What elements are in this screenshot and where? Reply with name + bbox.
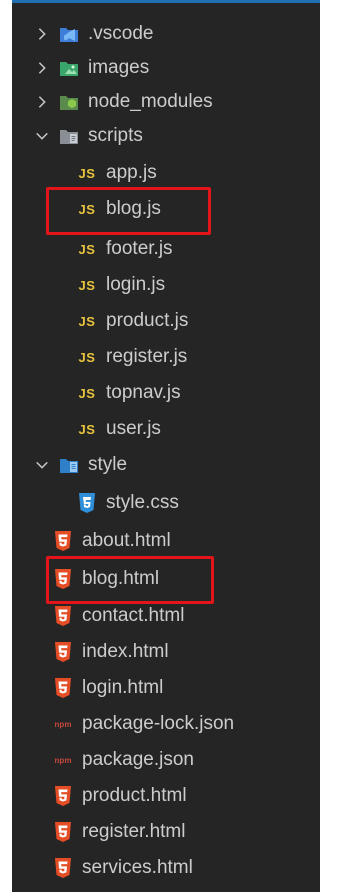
chevron-down-icon [34, 457, 50, 473]
file-login-html[interactable]: login.html [12, 673, 320, 703]
css3-file-icon [76, 493, 98, 513]
explorer-top-border [12, 0, 320, 3]
file-product-html[interactable]: product.html [12, 781, 320, 811]
vscode-folder-icon [58, 24, 80, 44]
file-explorer: .vscode images node_modules scripts JS a… [12, 0, 320, 892]
file-label: register.js [106, 346, 188, 367]
file-style-css[interactable]: style.css [12, 488, 320, 518]
html5-file-icon [52, 642, 74, 662]
file-login-js[interactable]: JS login.js [12, 270, 320, 300]
js-file-icon: JS [78, 165, 96, 181]
file-label: user.js [106, 418, 161, 439]
file-label: login.html [82, 677, 164, 698]
js-file-icon: JS [78, 241, 96, 257]
node-folder-icon [58, 92, 80, 112]
file-contact-html[interactable]: contact.html [12, 601, 320, 631]
file-label: app.js [106, 162, 157, 183]
folder-images[interactable]: images [12, 53, 320, 83]
chevron-right-icon [34, 94, 50, 110]
file-about-html[interactable]: about.html [12, 526, 320, 556]
js-file-icon: JS [78, 277, 96, 293]
html5-file-icon [52, 786, 74, 806]
npm-file-icon: npm [54, 719, 72, 729]
html5-file-icon [52, 606, 74, 626]
chevron-down-icon [34, 128, 50, 144]
style-folder-icon [58, 455, 80, 475]
file-label: topnav.js [106, 382, 181, 403]
file-topnav-js[interactable]: JS topnav.js [12, 378, 320, 408]
file-label: index.html [82, 641, 169, 662]
file-services-html[interactable]: services.html [12, 853, 320, 883]
file-user-js[interactable]: JS user.js [12, 414, 320, 444]
file-product-js[interactable]: JS product.js [12, 306, 320, 336]
js-file-icon: JS [78, 385, 96, 401]
folder-style[interactable]: style [12, 450, 320, 480]
file-label: contact.html [82, 605, 185, 626]
file-label: package-lock.json [82, 713, 235, 734]
file-register-html[interactable]: register.html [12, 817, 320, 847]
folder-scripts[interactable]: scripts [12, 121, 320, 151]
file-label: product.js [106, 310, 189, 331]
js-file-icon: JS [78, 313, 96, 329]
file-app-js[interactable]: JS app.js [12, 158, 320, 188]
folder-label: images [88, 57, 150, 78]
images-folder-icon [58, 58, 80, 78]
file-label: login.js [106, 274, 166, 295]
file-label: about.html [82, 530, 171, 551]
html5-file-icon [52, 531, 74, 551]
scripts-folder-icon [58, 126, 80, 146]
folder-label: .vscode [88, 23, 154, 44]
file-footer-js[interactable]: JS footer.js [12, 234, 320, 264]
js-file-icon: JS [78, 421, 96, 437]
file-label: register.html [82, 821, 186, 842]
file-package-lock-json[interactable]: npm package-lock.json [12, 709, 320, 739]
highlight-box-blog-js [46, 187, 211, 235]
file-index-html[interactable]: index.html [12, 637, 320, 667]
html5-file-icon [52, 822, 74, 842]
folder-node-modules[interactable]: node_modules [12, 87, 320, 117]
file-label: package.json [82, 749, 194, 770]
file-label: product.html [82, 785, 187, 806]
file-package-json[interactable]: npm package.json [12, 745, 320, 775]
file-label: footer.js [106, 238, 173, 259]
html5-file-icon [52, 858, 74, 878]
folder-vscode[interactable]: .vscode [12, 19, 320, 49]
file-register-js[interactable]: JS register.js [12, 342, 320, 372]
js-file-icon: JS [78, 349, 96, 365]
highlight-box-blog-html [46, 556, 214, 604]
folder-label: scripts [88, 125, 143, 146]
npm-file-icon: npm [54, 755, 72, 765]
file-label: style.css [106, 492, 179, 513]
chevron-right-icon [34, 26, 50, 42]
file-label: services.html [82, 857, 193, 878]
folder-label: style [88, 454, 128, 475]
html5-file-icon [52, 678, 74, 698]
chevron-right-icon [34, 60, 50, 76]
folder-label: node_modules [88, 91, 213, 112]
